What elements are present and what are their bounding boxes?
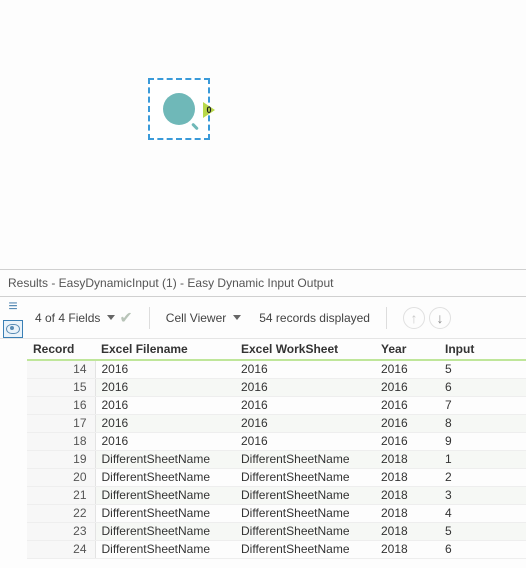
cell-filename[interactable]: 2016: [95, 414, 235, 432]
table-header-row[interactable]: Record Excel Filename Excel WorkSheet Ye…: [27, 339, 526, 360]
cell-worksheet[interactable]: DifferentSheetName: [235, 468, 375, 486]
cell-filename[interactable]: 2016: [95, 378, 235, 396]
table-row[interactable]: 20DifferentSheetNameDifferentSheetName20…: [27, 468, 526, 486]
list-view-icon[interactable]: [3, 298, 23, 316]
records-count-label: 54 records displayed: [259, 311, 370, 325]
fields-dropdown-label[interactable]: 4 of 4 Fields: [35, 311, 100, 325]
cell-record[interactable]: 15: [27, 378, 95, 396]
cell-filename[interactable]: DifferentSheetName: [95, 504, 235, 522]
col-header-input[interactable]: Input: [439, 339, 526, 360]
cell-record[interactable]: 22: [27, 504, 95, 522]
cell-input[interactable]: 4: [439, 504, 526, 522]
cell-year[interactable]: 2016: [375, 396, 439, 414]
metadata-view-icon[interactable]: [3, 320, 23, 338]
cell-year[interactable]: 2016: [375, 414, 439, 432]
results-title-bar: Results - EasyDynamicInput (1) - Easy Dy…: [0, 270, 526, 297]
results-table[interactable]: Record Excel Filename Excel WorkSheet Ye…: [27, 339, 526, 559]
arrow-up-icon[interactable]: ↑: [403, 307, 425, 329]
cell-year[interactable]: 2018: [375, 486, 439, 504]
cell-worksheet[interactable]: DifferentSheetName: [235, 522, 375, 540]
table-row[interactable]: 152016201620166: [27, 378, 526, 396]
cell-worksheet[interactable]: 2016: [235, 378, 375, 396]
table-row[interactable]: 24DifferentSheetNameDifferentSheetName20…: [27, 540, 526, 558]
cell-worksheet[interactable]: 2016: [235, 360, 375, 378]
table-row[interactable]: 182016201620169: [27, 432, 526, 450]
cell-year[interactable]: 2018: [375, 468, 439, 486]
cell-input[interactable]: 5: [439, 360, 526, 378]
port-label: 0: [206, 105, 211, 115]
cell-filename[interactable]: DifferentSheetName: [95, 468, 235, 486]
cell-record[interactable]: 16: [27, 396, 95, 414]
tool-node-dynamic-input[interactable]: 0: [148, 78, 210, 140]
cell-input[interactable]: 6: [439, 540, 526, 558]
cell-worksheet[interactable]: 2016: [235, 414, 375, 432]
results-toolbar: 4 of 4 Fields ✔ Cell Viewer 54 records d…: [0, 297, 526, 339]
cell-worksheet[interactable]: 2016: [235, 432, 375, 450]
cell-year[interactable]: 2018: [375, 504, 439, 522]
cell-record[interactable]: 19: [27, 450, 95, 468]
cell-record[interactable]: 18: [27, 432, 95, 450]
col-header-worksheet[interactable]: Excel WorkSheet: [235, 339, 375, 360]
cell-year[interactable]: 2018: [375, 450, 439, 468]
cell-record[interactable]: 24: [27, 540, 95, 558]
arrow-down-icon[interactable]: ↓: [429, 307, 451, 329]
caret-down-icon[interactable]: [233, 315, 241, 320]
cell-input[interactable]: 9: [439, 432, 526, 450]
cell-record[interactable]: 23: [27, 522, 95, 540]
col-header-record[interactable]: Record: [27, 339, 95, 360]
cell-input[interactable]: 8: [439, 414, 526, 432]
cell-worksheet[interactable]: DifferentSheetName: [235, 504, 375, 522]
magnifier-icon: [163, 93, 195, 125]
table-row[interactable]: 19DifferentSheetNameDifferentSheetName20…: [27, 450, 526, 468]
cell-input[interactable]: 6: [439, 378, 526, 396]
cell-input[interactable]: 7: [439, 396, 526, 414]
cell-year[interactable]: 2018: [375, 522, 439, 540]
table-row[interactable]: 172016201620168: [27, 414, 526, 432]
cell-input[interactable]: 1: [439, 450, 526, 468]
table-row[interactable]: 142016201620165: [27, 360, 526, 378]
cell-viewer-dropdown[interactable]: Cell Viewer: [166, 311, 226, 325]
cell-year[interactable]: 2016: [375, 432, 439, 450]
output-port[interactable]: 0: [201, 102, 217, 118]
cell-record[interactable]: 17: [27, 414, 95, 432]
cell-filename[interactable]: DifferentSheetName: [95, 540, 235, 558]
cell-input[interactable]: 2: [439, 468, 526, 486]
cell-worksheet[interactable]: DifferentSheetName: [235, 486, 375, 504]
cell-record[interactable]: 20: [27, 468, 95, 486]
cell-worksheet[interactable]: DifferentSheetName: [235, 450, 375, 468]
cell-input[interactable]: 3: [439, 486, 526, 504]
table-row[interactable]: 22DifferentSheetNameDifferentSheetName20…: [27, 504, 526, 522]
cell-input[interactable]: 5: [439, 522, 526, 540]
col-header-filename[interactable]: Excel Filename: [95, 339, 235, 360]
cell-worksheet[interactable]: DifferentSheetName: [235, 540, 375, 558]
results-title: Results - EasyDynamicInput (1) - Easy Dy…: [8, 276, 333, 290]
cell-year[interactable]: 2016: [375, 378, 439, 396]
table-row[interactable]: 162016201620167: [27, 396, 526, 414]
cell-record[interactable]: 14: [27, 360, 95, 378]
cell-worksheet[interactable]: 2016: [235, 396, 375, 414]
caret-down-icon[interactable]: [107, 315, 115, 320]
cell-filename[interactable]: DifferentSheetName: [95, 522, 235, 540]
cell-filename[interactable]: DifferentSheetName: [95, 450, 235, 468]
cell-year[interactable]: 2016: [375, 360, 439, 378]
cell-filename[interactable]: 2016: [95, 396, 235, 414]
cell-filename[interactable]: DifferentSheetName: [95, 486, 235, 504]
cell-filename[interactable]: 2016: [95, 432, 235, 450]
cell-filename[interactable]: 2016: [95, 360, 235, 378]
table-row[interactable]: 21DifferentSheetNameDifferentSheetName20…: [27, 486, 526, 504]
table-row[interactable]: 23DifferentSheetNameDifferentSheetName20…: [27, 522, 526, 540]
workflow-canvas[interactable]: 0: [0, 0, 526, 269]
cell-record[interactable]: 21: [27, 486, 95, 504]
cell-year[interactable]: 2018: [375, 540, 439, 558]
col-header-year[interactable]: Year: [375, 339, 439, 360]
check-icon[interactable]: ✔: [119, 308, 132, 328]
